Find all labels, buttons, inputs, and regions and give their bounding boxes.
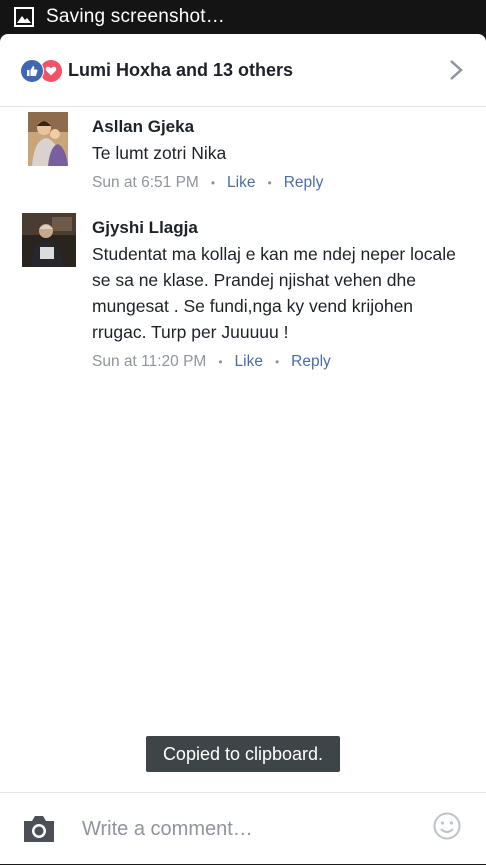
separator-dot: • (218, 355, 223, 369)
comment-body: Asllan Gjeka Te lumt zotri Nika Sun at 6… (92, 116, 456, 192)
reactions-header[interactable]: Lumi Hoxha and 13 others (0, 34, 486, 107)
like-link[interactable]: Like (227, 174, 255, 192)
comment-text: Te lumt zotri Nika (92, 143, 227, 163)
comment-body: Gjyshi Llagja Studentat ma kollaj e kan … (92, 217, 456, 371)
emoji-icon[interactable] (432, 811, 462, 841)
comment-author[interactable]: Gjyshi Llagja (92, 217, 456, 239)
comment-author[interactable]: Asllan Gjeka (92, 116, 456, 138)
camera-icon[interactable] (20, 813, 58, 845)
clipboard-toast: Copied to clipboard. (146, 736, 340, 772)
like-link[interactable]: Like (235, 353, 263, 371)
avatar[interactable] (28, 112, 68, 166)
like-reaction-icon (20, 59, 44, 83)
comment-meta: Sun at 11:20 PM • Like • Reply (92, 353, 456, 371)
comment-composer (0, 792, 486, 865)
reactions-summary[interactable]: Lumi Hoxha and 13 others (68, 60, 293, 81)
separator-dot: • (274, 355, 280, 369)
comment-timestamp: Sun at 6:51 PM (92, 174, 199, 191)
comment-timestamp: Sun at 11:20 PM (92, 353, 207, 370)
status-text: Saving screenshot… (46, 6, 225, 27)
reply-link[interactable]: Reply (291, 353, 331, 371)
reply-link[interactable]: Reply (284, 174, 324, 192)
separator-dot: • (210, 176, 216, 190)
avatar[interactable] (22, 213, 76, 267)
comment-text: Studentat ma kollaj e kan me ndej neper … (92, 244, 456, 342)
status-bar: Saving screenshot… (0, 0, 486, 34)
chevron-right-icon[interactable] (448, 58, 464, 82)
separator-dot: • (267, 176, 272, 190)
comment-meta: Sun at 6:51 PM • Like • Reply (92, 174, 456, 192)
reaction-icons (20, 57, 66, 83)
comment-input[interactable] (80, 816, 414, 842)
comments-sheet: Lumi Hoxha and 13 others Asllan Gjeka Te… (0, 34, 486, 864)
image-icon (14, 7, 34, 27)
